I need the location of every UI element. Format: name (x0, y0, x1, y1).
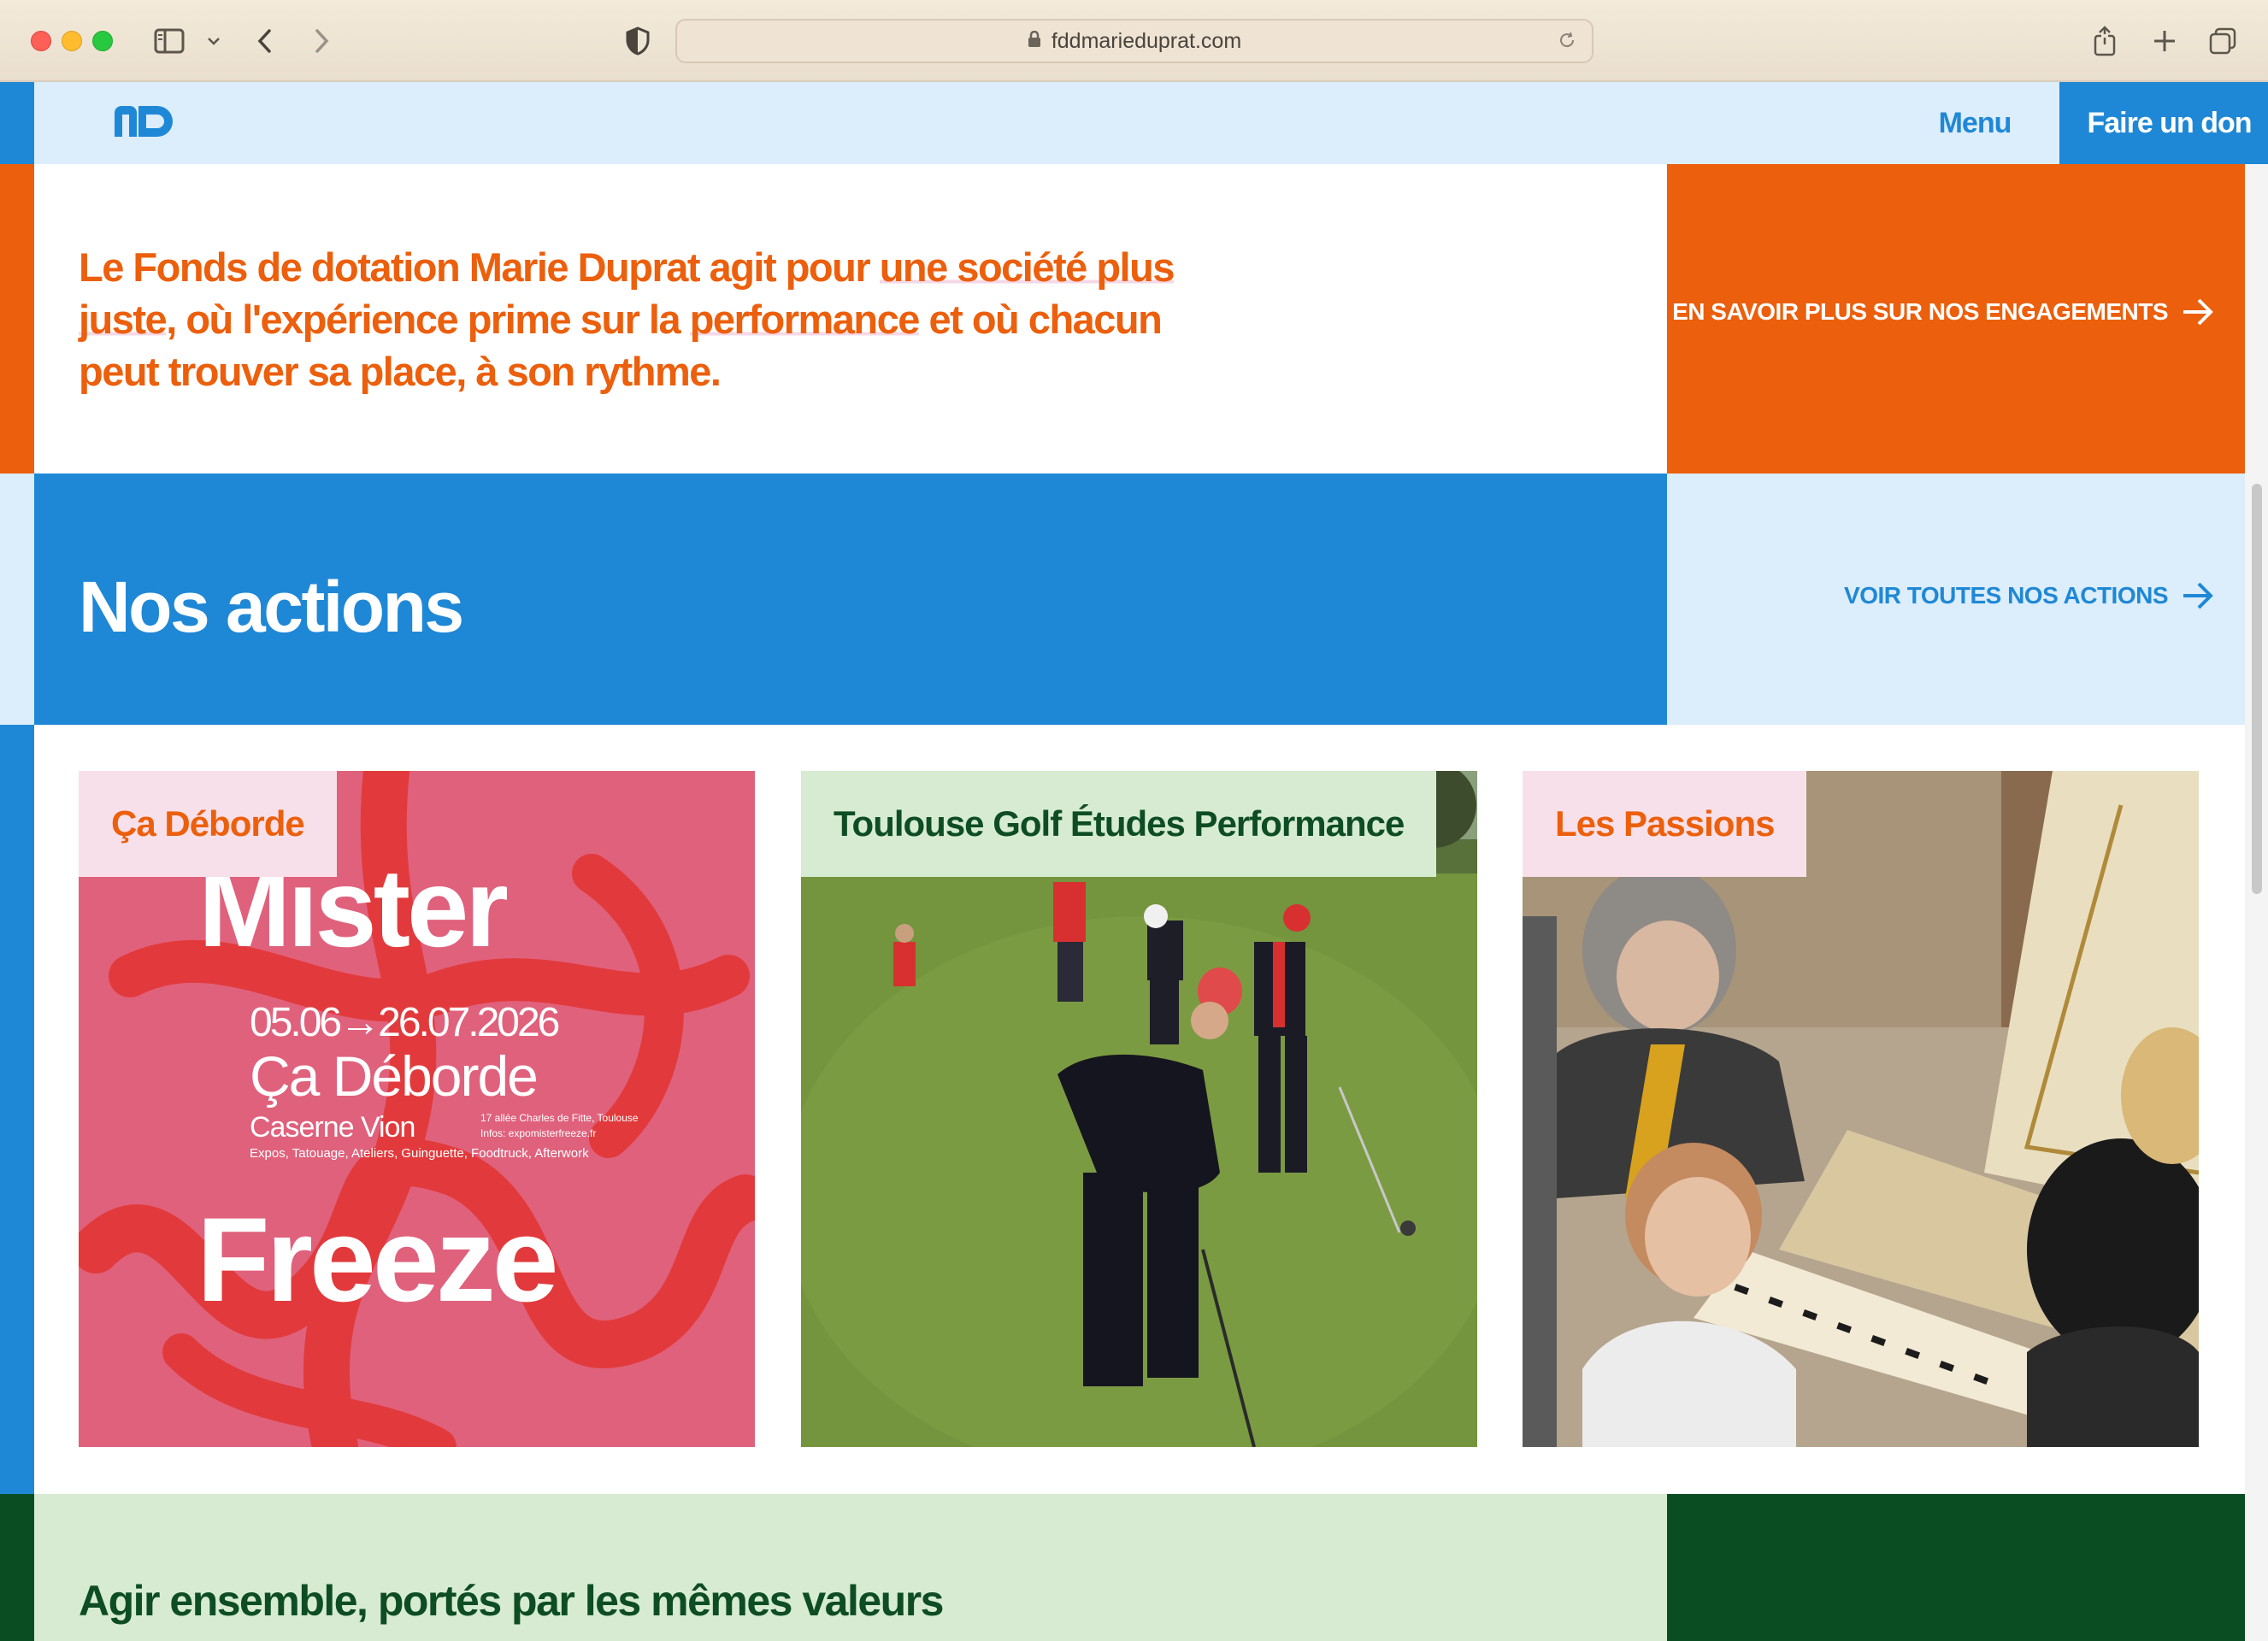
card-label: Les Passions (1523, 771, 1807, 877)
menu-button[interactable]: Menu (1889, 82, 2060, 164)
chevron-down-icon[interactable] (202, 22, 226, 60)
arrow-right-icon (2183, 582, 2213, 609)
engagements-link-label: En savoir plus sur nos engagements (1672, 298, 2168, 325)
values-section: Agir ensemble, portés par les mêmes vale… (34, 1494, 1667, 1641)
donate-button[interactable]: Faire un don (2059, 82, 2268, 164)
action-card[interactable]: Mister 05.06→26.07.2026 Ça Déborde Caser… (79, 771, 755, 1447)
left-stripe (0, 82, 34, 164)
left-stripe (0, 1494, 34, 1641)
card-label: Ça Déborde (79, 771, 337, 877)
close-window-button[interactable] (31, 31, 51, 51)
poster-address: 17 allée Charles de Fitte, Toulouse (480, 1112, 639, 1124)
logo[interactable] (113, 104, 174, 143)
intro-statement: Le Fonds de dotation Marie Duprat agit p… (79, 241, 1207, 397)
site-header: Menu Faire un don (34, 82, 2268, 164)
browser-toolbar: fddmarieduprat.com (0, 0, 2268, 82)
tabs-icon[interactable] (2206, 22, 2240, 60)
poster-info: Infos: expomisterfreeze.fr (480, 1127, 596, 1139)
intro-highlight: performance (689, 297, 920, 342)
url-text: fddmarieduprat.com (1051, 28, 1242, 53)
share-icon[interactable] (2088, 22, 2122, 60)
reload-icon[interactable] (1558, 31, 1576, 56)
shield-icon[interactable] (622, 22, 653, 60)
values-side-panel (1667, 1494, 2245, 1641)
sidebar-icon[interactable] (150, 22, 188, 60)
zoom-window-button[interactable] (92, 31, 113, 51)
values-title: Agir ensemble, portés par les mêmes vale… (79, 1577, 945, 1625)
all-actions-link-label: Voir toutes nos actions (1844, 582, 2168, 609)
actions-cards: Mister 05.06→26.07.2026 Ça Déborde Caser… (34, 725, 2245, 1576)
section-title: Nos actions (79, 567, 464, 647)
all-actions-link[interactable]: Voir toutes nos actions (1844, 581, 2214, 610)
arrow-right-icon (2183, 298, 2213, 326)
card-label: Toulouse Golf Études Performance (801, 771, 1437, 877)
plus-icon[interactable] (2147, 22, 2182, 60)
intro-section: Le Fonds de dotation Marie Duprat agit p… (34, 164, 1667, 473)
forward-icon[interactable] (306, 22, 337, 60)
left-stripe (0, 164, 34, 473)
lock-icon (1028, 29, 1041, 54)
action-card[interactable]: Toulouse Golf Études Performance (801, 771, 1477, 1447)
actions-side-panel: Voir toutes nos actions (1667, 473, 2245, 725)
intro-text-part: , où l'expérience prime sur la (166, 297, 690, 342)
engagements-panel: En savoir plus sur nos engagements (1667, 164, 2245, 473)
poster-bottom-word: Freeze (197, 1192, 556, 1326)
left-stripe (0, 725, 34, 1494)
minimize-window-button[interactable] (62, 31, 82, 51)
actions-header: Nos actions (34, 473, 1667, 725)
left-stripe (0, 473, 34, 725)
intro-text-part: Le Fonds de dotation Marie Duprat agit p… (79, 244, 880, 290)
poster-venue: Caserne Vion (250, 1111, 415, 1144)
poster-dates: 05.06→26.07.2026 (250, 1000, 559, 1045)
action-card[interactable]: Les Passions (1523, 771, 2199, 1447)
engagements-link[interactable]: En savoir plus sur nos engagements (1672, 297, 2214, 326)
poster-tags: Expos, Tatouage, Ateliers, Guinguette, F… (250, 1146, 589, 1161)
web-page: Menu Faire un don Le Fonds de dotation M… (0, 82, 2268, 1641)
scrollbar-thumb[interactable] (2252, 484, 2262, 894)
poster-title: Ça Déborde (250, 1044, 537, 1108)
address-bar[interactable]: fddmarieduprat.com (675, 19, 1593, 63)
back-icon[interactable] (250, 22, 280, 60)
